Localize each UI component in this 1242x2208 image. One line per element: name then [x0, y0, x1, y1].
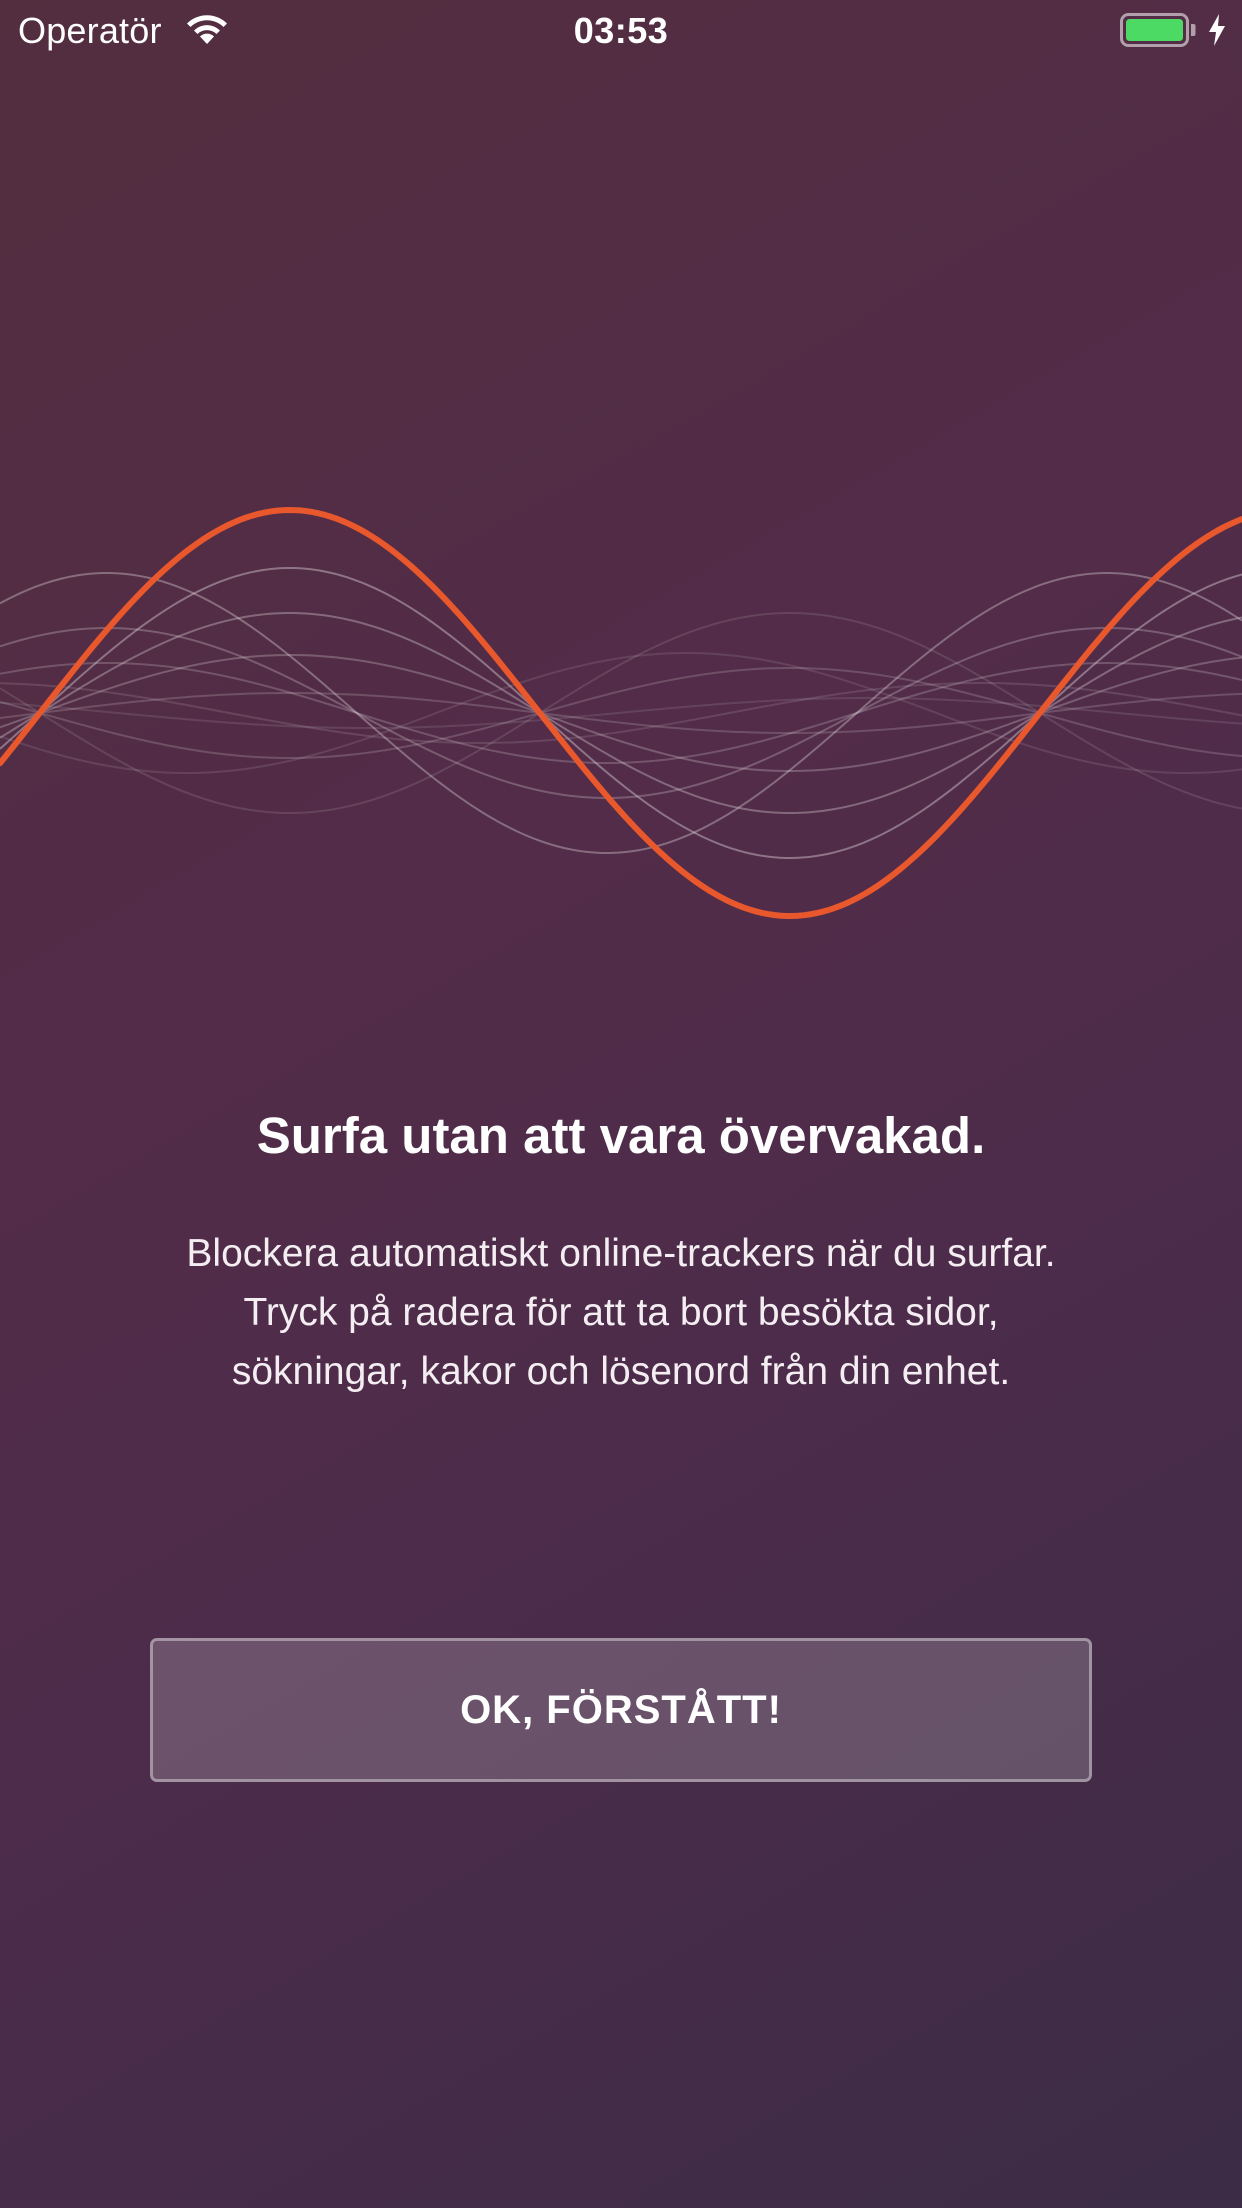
ok-understood-button[interactable]: OK, FÖRSTÅTT! [150, 1638, 1092, 1782]
onboarding-title: Surfa utan att vara övervakad. [256, 1107, 986, 1164]
battery-charging-icon [1120, 13, 1196, 47]
sine-wave-illustration [0, 507, 1242, 919]
onboarding-screen: Operatör 03:53 Surfa utan att vara överv… [0, 0, 1242, 2208]
status-bar: Operatör 03:53 [0, 0, 1242, 62]
onboarding-description: Blockera automatiskt online-trackers när… [186, 1232, 1056, 1393]
charging-bolt-icon [1209, 14, 1225, 46]
status-time: 03:53 [573, 10, 669, 51]
